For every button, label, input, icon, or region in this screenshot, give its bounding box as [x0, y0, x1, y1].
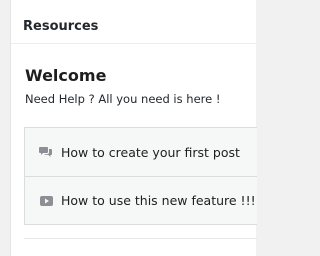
video-play-icon: [39, 194, 53, 208]
comments-icon: [39, 145, 53, 159]
link-label: How to use this new feature !!!: [61, 193, 256, 208]
link-label: How to create your first post: [61, 144, 240, 160]
resource-links: How to create your first post How to use…: [24, 127, 257, 225]
link-create-first-post[interactable]: How to create your first post: [25, 128, 257, 176]
welcome-subtitle: Need Help ? All you need is here !: [25, 92, 221, 106]
link-use-new-feature[interactable]: How to use this new feature !!!: [25, 176, 257, 224]
resources-panel: Resources Welcome Need Help ? All you ne…: [10, 0, 257, 256]
divider: [24, 238, 257, 239]
welcome-title: Welcome: [25, 66, 107, 85]
panel-title: Resources: [11, 0, 256, 44]
